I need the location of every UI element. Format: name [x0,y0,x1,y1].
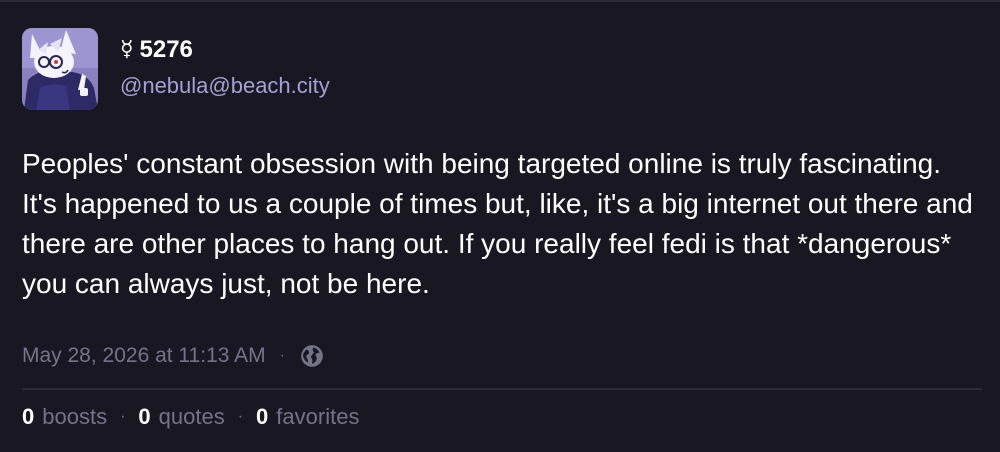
boosts-label: boosts [42,404,108,429]
boosts-count[interactable]: 0 boosts [22,404,107,430]
quotes-number: 0 [138,404,151,429]
favorites-count[interactable]: 0 favorites [256,404,359,430]
quotes-label: quotes [158,404,225,429]
display-name-text: 5276 [139,36,193,63]
account-handle[interactable]: @nebula@beach.city [120,70,330,102]
status-card: ☿ 5276 @nebula@beach.city Peoples' const… [22,28,980,304]
status-meta: May 28, 2026 at 11:13 AM · [22,343,325,369]
mercury-symbol: ☿ [120,37,134,62]
separator-dot: · [120,408,126,425]
globe-icon [299,343,325,369]
avatar[interactable] [22,28,98,110]
separator-dot: · [279,347,285,364]
status-content: Peoples' constant obsession with being t… [22,148,973,299]
meta-divider [22,388,982,390]
display-name[interactable]: ☿ 5276 [120,34,330,66]
separator-dot: · [237,408,244,425]
status-header: ☿ 5276 @nebula@beach.city [22,28,980,110]
author-names: ☿ 5276 @nebula@beach.city [120,28,330,102]
top-divider [0,0,1000,2]
timestamp-link[interactable]: May 28, 2026 at 11:13 AM [22,344,266,368]
favorites-label: favorites [276,404,360,429]
quotes-count[interactable]: 0 quotes [138,404,224,430]
favorites-number: 0 [256,404,269,429]
interaction-counts: 0 boosts · 0 quotes · 0 favorites [22,404,359,430]
avatar-image [22,28,98,110]
boosts-number: 0 [22,404,35,429]
